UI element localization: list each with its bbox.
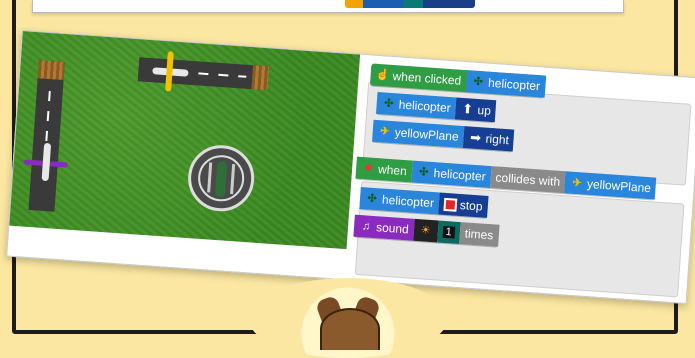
- helicopter-icon: ✣: [418, 166, 429, 179]
- previous-panel-edge: [32, 0, 624, 13]
- direction-segment[interactable]: ⬆ up: [454, 97, 497, 123]
- stop-icon: [443, 197, 458, 212]
- target-sprite-label: helicopter: [487, 75, 541, 94]
- mascot-head: [320, 308, 380, 350]
- arrow-up-icon: ⬆: [461, 100, 474, 117]
- sun-icon: ☀: [420, 224, 432, 237]
- when-label: when: [377, 162, 408, 179]
- runway-left: [28, 60, 65, 212]
- helicopter-icon: ✣: [383, 97, 394, 111]
- game-stage[interactable]: [9, 31, 361, 250]
- pointer-hand-icon: ☝: [375, 68, 390, 82]
- code-workspace[interactable]: ☝ when clicked ✣ helicopter ✣ helicopter…: [353, 63, 694, 298]
- arrow-right-icon: ➡: [469, 129, 482, 146]
- collision-icon: ✸: [363, 162, 374, 175]
- lesson-card: ☝ when clicked ✣ helicopter ✣ helicopter…: [6, 30, 695, 305]
- helicopter-sprite[interactable]: [207, 156, 236, 202]
- direction-segment[interactable]: ➡ right: [462, 126, 515, 152]
- direction-label: right: [485, 131, 510, 148]
- collides-label: collides with: [495, 170, 561, 189]
- sprite-a-segment[interactable]: ✣ helicopter: [410, 160, 492, 189]
- action-label: stop: [459, 197, 484, 214]
- times-segment: times: [458, 222, 500, 247]
- count-value: 1: [442, 225, 456, 239]
- sprite-label: helicopter: [381, 192, 435, 211]
- purple-plane-sprite[interactable]: [23, 142, 69, 182]
- action-segment[interactable]: stop: [438, 192, 489, 218]
- event-segment: ✸ when: [355, 156, 413, 183]
- runway-end: [37, 60, 65, 81]
- sprite-a-label: helicopter: [433, 166, 487, 184]
- yellow-plane-sprite[interactable]: [149, 50, 192, 93]
- runway-marking: [48, 91, 51, 102]
- helicopter-icon: ✣: [367, 192, 378, 206]
- runway-marking: [198, 72, 209, 76]
- sprite-label: helicopter: [398, 97, 452, 116]
- sprite-label: yellowPlane: [394, 125, 460, 144]
- previous-code-block: [345, 0, 475, 8]
- helicopter-icon: ✣: [473, 75, 484, 89]
- event-label: when clicked: [392, 68, 462, 88]
- helicopter-rotor: [207, 162, 213, 193]
- sound-label: sound: [375, 220, 410, 237]
- effect-segment[interactable]: ☀: [412, 218, 439, 243]
- count-segment[interactable]: 1: [436, 220, 461, 245]
- runway-marking: [218, 73, 229, 77]
- helicopter-body: [214, 160, 228, 198]
- sound-icon: ♫: [361, 220, 371, 233]
- sprite-b-label: yellowPlane: [586, 176, 652, 196]
- runway-marking: [46, 110, 50, 122]
- runway-end: [251, 65, 270, 91]
- mascot: [248, 278, 448, 358]
- collides-segment: collides with: [489, 166, 566, 194]
- direction-label: up: [477, 102, 492, 118]
- runway-marking: [238, 75, 247, 78]
- yellow-plane-icon: ✈: [572, 176, 583, 190]
- runway-marking: [45, 130, 49, 142]
- sound-segment[interactable]: ♫ sound: [353, 214, 415, 241]
- yellow-plane-icon: ✈: [379, 125, 390, 138]
- times-label: times: [464, 226, 494, 243]
